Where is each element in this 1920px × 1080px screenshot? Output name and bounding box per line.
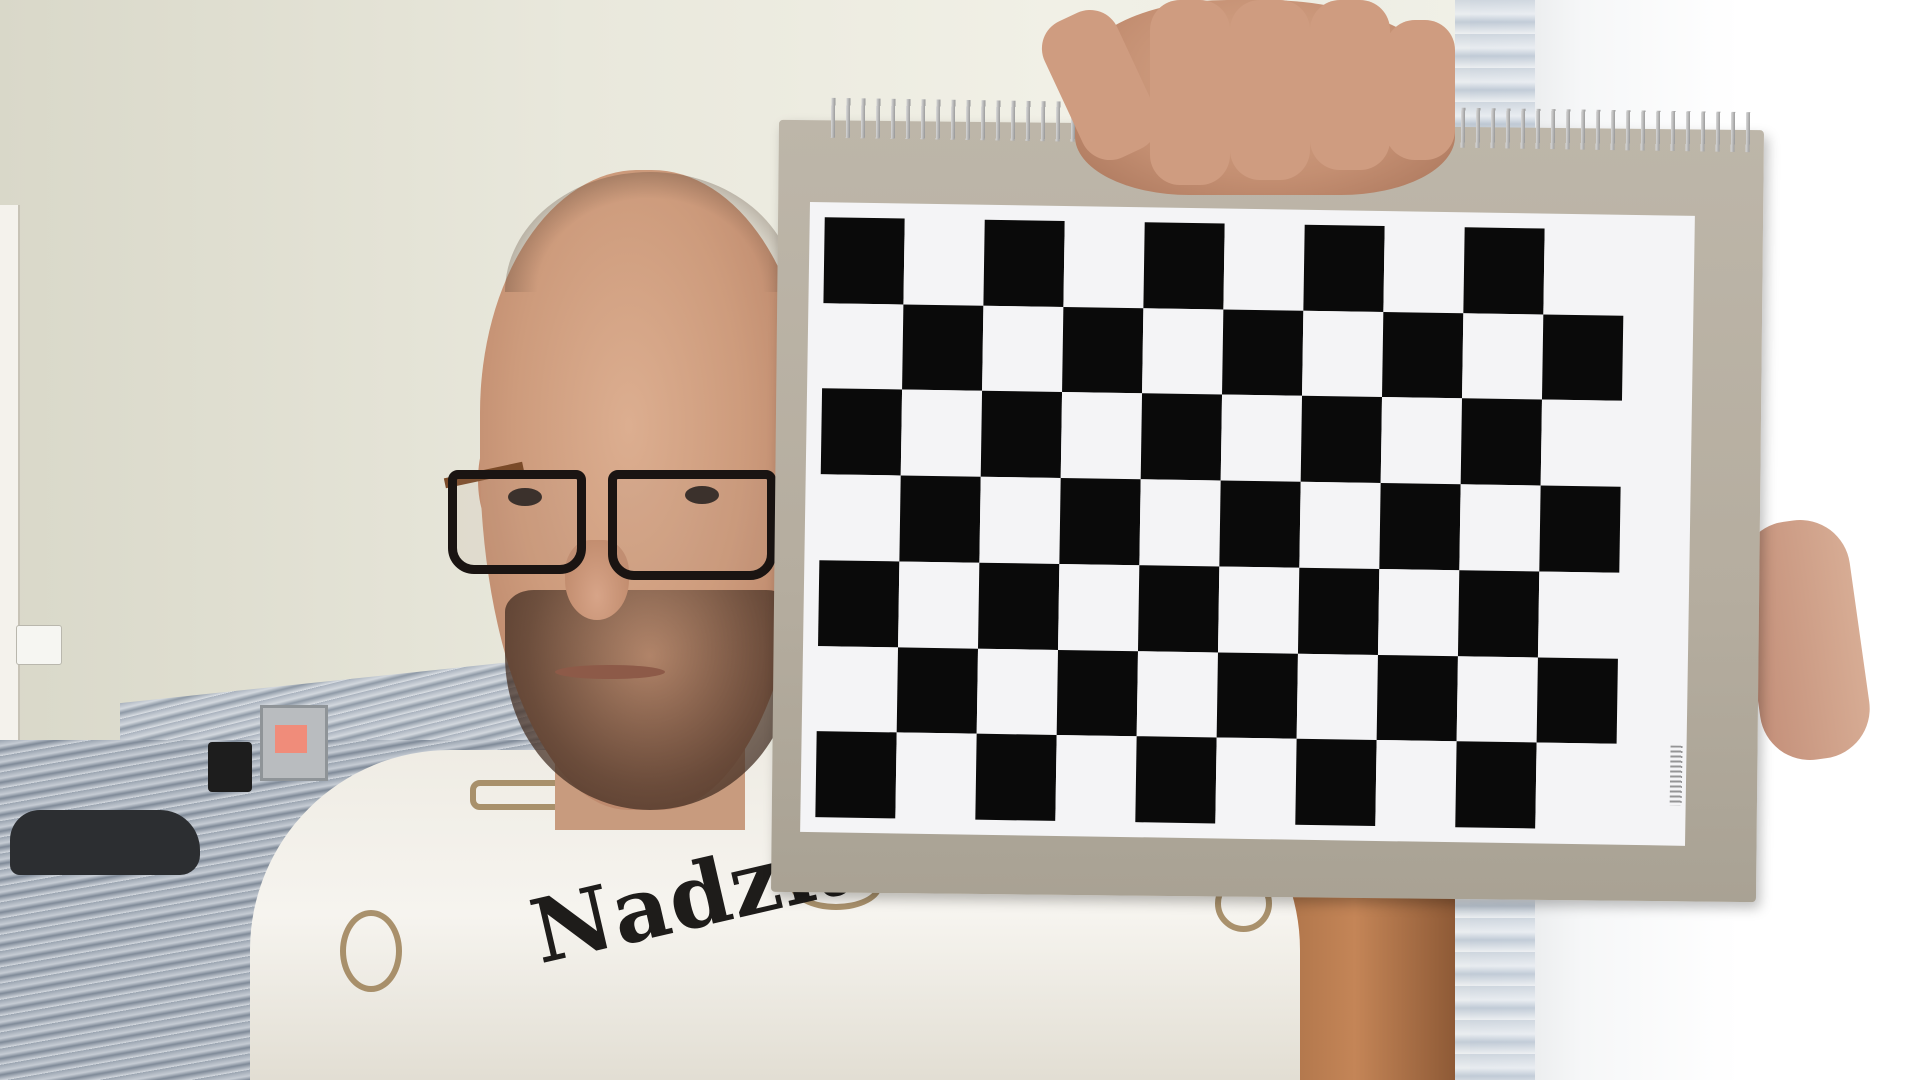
finger: [1230, 0, 1310, 180]
checkerboard: [815, 217, 1625, 830]
checker-square-black: [896, 647, 979, 734]
finger: [1310, 0, 1390, 170]
checker-square-white: [1543, 228, 1625, 316]
checker-square-white: [1461, 312, 1544, 400]
checker-square-black: [975, 733, 1057, 821]
checker-square-black: [1460, 398, 1542, 486]
checker-square-black: [1295, 738, 1377, 826]
checker-square-black: [1376, 654, 1458, 742]
checker-square-white: [1299, 481, 1381, 569]
checker-square-white: [1375, 740, 1457, 828]
checker-square-black: [818, 560, 900, 647]
checker-square-black: [902, 304, 984, 392]
checker-square-white: [1456, 655, 1538, 743]
checker-square-white: [822, 302, 904, 390]
checker-square-white: [1223, 223, 1305, 311]
checker-square-white: [1535, 742, 1617, 830]
checker-square-black: [1297, 567, 1380, 655]
checker-square-black: [1137, 565, 1220, 653]
glasses-right-lens: [608, 470, 776, 580]
finger: [1385, 20, 1455, 160]
checker-square-black: [899, 475, 981, 563]
checker-square-black: [1056, 649, 1138, 737]
checker-square-white: [1063, 221, 1145, 308]
checker-square-black: [1382, 311, 1464, 399]
checker-square-white: [979, 476, 1061, 564]
checker-square-black: [980, 391, 1063, 479]
checker-square-white: [1296, 653, 1378, 741]
checker-square-black: [1303, 224, 1385, 312]
checker-square-white: [898, 561, 980, 649]
checker-square-black: [823, 217, 905, 305]
checker-square-black: [978, 562, 1060, 650]
checker-square-white: [1142, 307, 1224, 395]
sheet-margin-print: [1669, 745, 1683, 806]
checker-square-black: [1463, 227, 1545, 315]
checker-square-black: [1143, 222, 1225, 310]
wall-outlet: [16, 625, 62, 665]
checker-square-white: [1383, 226, 1465, 313]
checker-square-black: [1135, 736, 1217, 824]
checker-square-black: [1216, 652, 1298, 739]
checker-square-black: [1379, 483, 1461, 571]
checker-square-white: [1377, 568, 1460, 656]
checker-square-white: [1139, 479, 1221, 567]
checker-square-white: [895, 732, 977, 820]
checker-square-white: [1540, 399, 1622, 487]
checker-square-white: [1537, 571, 1620, 659]
checker-square-black: [1457, 570, 1540, 658]
checker-square-black: [1539, 485, 1621, 573]
calibration-sheet: [800, 202, 1695, 846]
checker-square-white: [1136, 650, 1218, 738]
checker-square-white: [982, 305, 1064, 393]
checker-square-white: [816, 645, 899, 733]
photo-scene: Nadziany: [0, 0, 1920, 1080]
checker-square-black: [820, 388, 903, 476]
checker-square-black: [1222, 309, 1304, 397]
checker-square-black: [1059, 478, 1141, 566]
checker-square-white: [903, 218, 985, 306]
checker-square-black: [1536, 657, 1618, 745]
checker-square-black: [1140, 393, 1223, 481]
checker-square-white: [1302, 310, 1384, 398]
checker-square-black: [1541, 314, 1624, 402]
glasses-left-lens: [448, 470, 586, 574]
checker-square-black: [1300, 396, 1383, 484]
checker-square-white: [900, 389, 983, 477]
checker-square-white: [1215, 737, 1297, 825]
checker-square-black: [815, 731, 897, 819]
checker-square-black: [983, 219, 1065, 307]
checker-square-white: [819, 474, 901, 562]
checker-square-white: [1055, 735, 1137, 823]
checker-square-white: [1058, 563, 1140, 651]
candle: [208, 742, 252, 792]
checker-square-black: [1455, 741, 1537, 829]
checker-square-white: [1220, 394, 1303, 482]
checker-square-white: [1217, 566, 1300, 654]
finger: [1150, 0, 1230, 185]
picture-frame-photo: [275, 725, 307, 753]
checker-square-white: [1060, 392, 1143, 480]
clothes-pile: [10, 810, 200, 875]
checker-square-white: [976, 648, 1059, 736]
checker-square-white: [1380, 397, 1462, 485]
mouth: [555, 665, 665, 679]
checker-square-black: [1219, 480, 1301, 568]
checker-square-white: [1459, 484, 1541, 572]
tshirt-print-motif: [340, 910, 402, 992]
checker-square-black: [1062, 306, 1144, 394]
